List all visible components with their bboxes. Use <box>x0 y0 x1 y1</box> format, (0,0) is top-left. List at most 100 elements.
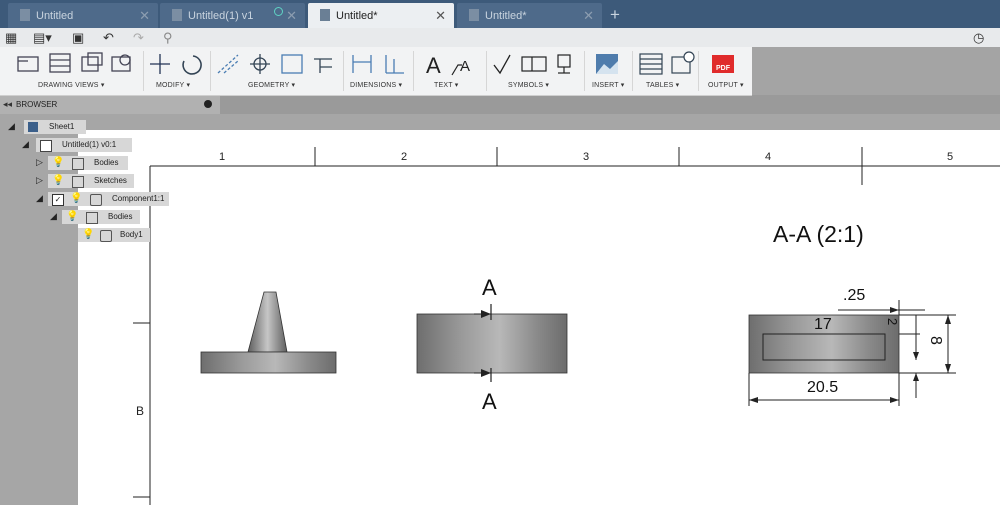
document-icon <box>172 9 182 21</box>
tree-node-body1[interactable]: 💡 Body1 <box>78 228 153 242</box>
expand-icon[interactable]: ◢ <box>22 139 29 150</box>
browser-options-icon[interactable] <box>204 100 212 108</box>
save-icon[interactable]: ▣ <box>72 30 84 46</box>
edge-extension-icon <box>314 58 332 73</box>
tab-label: Untitled(1) v1 <box>188 10 254 22</box>
ribbon-icons: A A <box>17 51 695 78</box>
body-icon <box>100 230 112 242</box>
tree-node-component1[interactable]: ◢ ✓ 💡 Component1:1 <box>36 192 171 206</box>
surface-texture-icon <box>493 54 511 75</box>
link-icon[interactable]: ⚲ <box>163 30 173 46</box>
tree-node-sketches[interactable]: ▷ 💡 Sketches <box>36 174 136 188</box>
dimension-17[interactable]: 17 <box>814 316 832 334</box>
separator <box>343 51 344 91</box>
ribbon-toolbar: A A PDF DRAWING VIEWS ▾ MODIFY ▾ GEOMETR… <box>0 47 752 96</box>
zone-label: 2 <box>401 151 408 163</box>
dimension-20-5[interactable]: 20.5 <box>807 379 838 397</box>
feature-control-frame-icon <box>521 56 547 72</box>
dimension-0-25[interactable]: .25 <box>843 287 865 305</box>
group-insert[interactable]: INSERT ▾ <box>592 81 624 89</box>
pdf-label: PDF <box>716 65 730 72</box>
dimension-2[interactable]: 2 <box>885 318 900 325</box>
group-tables[interactable]: TABLES ▾ <box>646 81 679 89</box>
checkbox-checked[interactable]: ✓ <box>52 194 64 206</box>
browser-strip <box>0 114 1000 130</box>
zone-label: 1 <box>219 151 226 163</box>
document-icon <box>40 140 52 152</box>
tab-untitled-4[interactable]: Untitled* ✕ <box>457 3 602 28</box>
dimension-icon <box>352 55 372 73</box>
expand-icon[interactable]: ◢ <box>36 193 43 204</box>
clock-icon[interactable]: ◷ <box>973 30 984 46</box>
new-tab-button[interactable]: + <box>605 6 625 26</box>
file-menu-icon[interactable]: ▤▾ <box>33 30 52 46</box>
group-drawing-views[interactable]: DRAWING VIEWS ▾ <box>38 81 105 89</box>
folder-icon <box>86 212 98 224</box>
undo-icon[interactable]: ↶ <box>103 30 114 46</box>
close-icon[interactable]: ✕ <box>583 8 594 24</box>
quick-access-toolbar: ▦ ▤▾ ▣ ↶ ↷ ⚲ ◷ <box>0 28 1000 48</box>
group-modify[interactable]: MODIFY ▾ <box>156 81 190 89</box>
zone-label: 4 <box>765 151 772 163</box>
tab-label: Untitled* <box>485 10 527 22</box>
tab-untitled[interactable]: Untitled ✕ <box>8 3 158 28</box>
separator <box>210 51 211 91</box>
separator <box>413 51 414 91</box>
section-marker-bottom[interactable]: A <box>482 389 497 415</box>
expand-icon[interactable]: ▷ <box>36 175 43 186</box>
node-label: Body1 <box>120 230 143 239</box>
section-view <box>748 300 956 406</box>
group-symbols[interactable]: SYMBOLS ▾ <box>508 81 549 89</box>
folder-icon <box>72 176 84 188</box>
lightbulb-off-icon[interactable]: 💡 <box>52 175 64 186</box>
tab-untitled-1-v1[interactable]: Untitled(1) v1 ✕ <box>160 3 305 28</box>
tree-node-component-bodies[interactable]: ◢ 💡 Bodies <box>50 210 142 224</box>
table-icon <box>639 53 663 75</box>
node-label: Untitled(1) v0:1 <box>62 140 117 149</box>
collapse-icon[interactable]: ◂◂ <box>3 99 12 110</box>
tree-node-bodies[interactable]: ▷ 💡 Bodies <box>36 156 131 170</box>
tree-node-sheet1[interactable]: ◢ Sheet1 <box>8 120 88 134</box>
group-text[interactable]: TEXT ▾ <box>434 81 458 89</box>
expand-icon[interactable]: ◢ <box>50 211 57 222</box>
ribbon-background <box>752 47 1000 95</box>
node-label: Bodies <box>94 158 119 167</box>
component-icon <box>90 194 102 206</box>
tree-node-document[interactable]: ◢ Untitled(1) v0:1 <box>22 138 132 152</box>
lightbulb-icon[interactable]: 💡 <box>52 157 64 168</box>
tab-untitled-active[interactable]: Untitled* ✕ <box>308 3 454 28</box>
datum-icon <box>557 54 571 74</box>
pdf-icon[interactable]: PDF <box>712 55 734 73</box>
close-icon[interactable]: ✕ <box>435 8 446 24</box>
grid-menu-icon[interactable]: ▦ <box>5 30 17 46</box>
browser-header: ◂◂ BROWSER <box>0 96 220 114</box>
separator <box>584 51 585 91</box>
close-icon[interactable]: ✕ <box>139 8 150 24</box>
balloon-icon <box>671 51 695 74</box>
detail-view-icon <box>111 54 131 72</box>
group-output[interactable]: OUTPUT ▾ <box>708 81 744 89</box>
node-label: Sketches <box>94 176 127 185</box>
lightbulb-icon[interactable]: 💡 <box>66 211 78 222</box>
redo-icon[interactable]: ↷ <box>133 30 144 46</box>
rotate-icon <box>182 55 202 75</box>
lightbulb-icon[interactable]: 💡 <box>82 229 94 240</box>
lightbulb-icon[interactable]: 💡 <box>70 193 82 204</box>
dimension-8[interactable]: 8 <box>926 336 944 345</box>
expand-icon[interactable]: ▷ <box>36 157 43 168</box>
node-label: Bodies <box>108 212 133 221</box>
section-title[interactable]: A-A (2:1) <box>773 221 864 248</box>
document-icon <box>320 9 330 21</box>
group-dimensions[interactable]: DIMENSIONS ▾ <box>350 81 402 89</box>
group-geometry[interactable]: GEOMETRY ▾ <box>248 81 295 89</box>
document-icon <box>20 9 30 21</box>
folder-icon <box>72 158 84 170</box>
close-icon[interactable]: ✕ <box>286 8 297 24</box>
section-view-icon <box>81 52 103 72</box>
drawing-sheet: 1 2 3 4 5 B A-A (2:1) A A .25 17 20.5 2 … <box>78 130 1000 505</box>
tab-label: Untitled <box>36 10 74 22</box>
section-marker-top[interactable]: A <box>482 275 497 301</box>
tab-bar: Untitled ✕ Untitled(1) v1 ✕ Untitled* ✕ … <box>0 0 1000 28</box>
expand-icon[interactable]: ◢ <box>8 121 15 132</box>
sheet-canvas <box>133 147 1000 505</box>
